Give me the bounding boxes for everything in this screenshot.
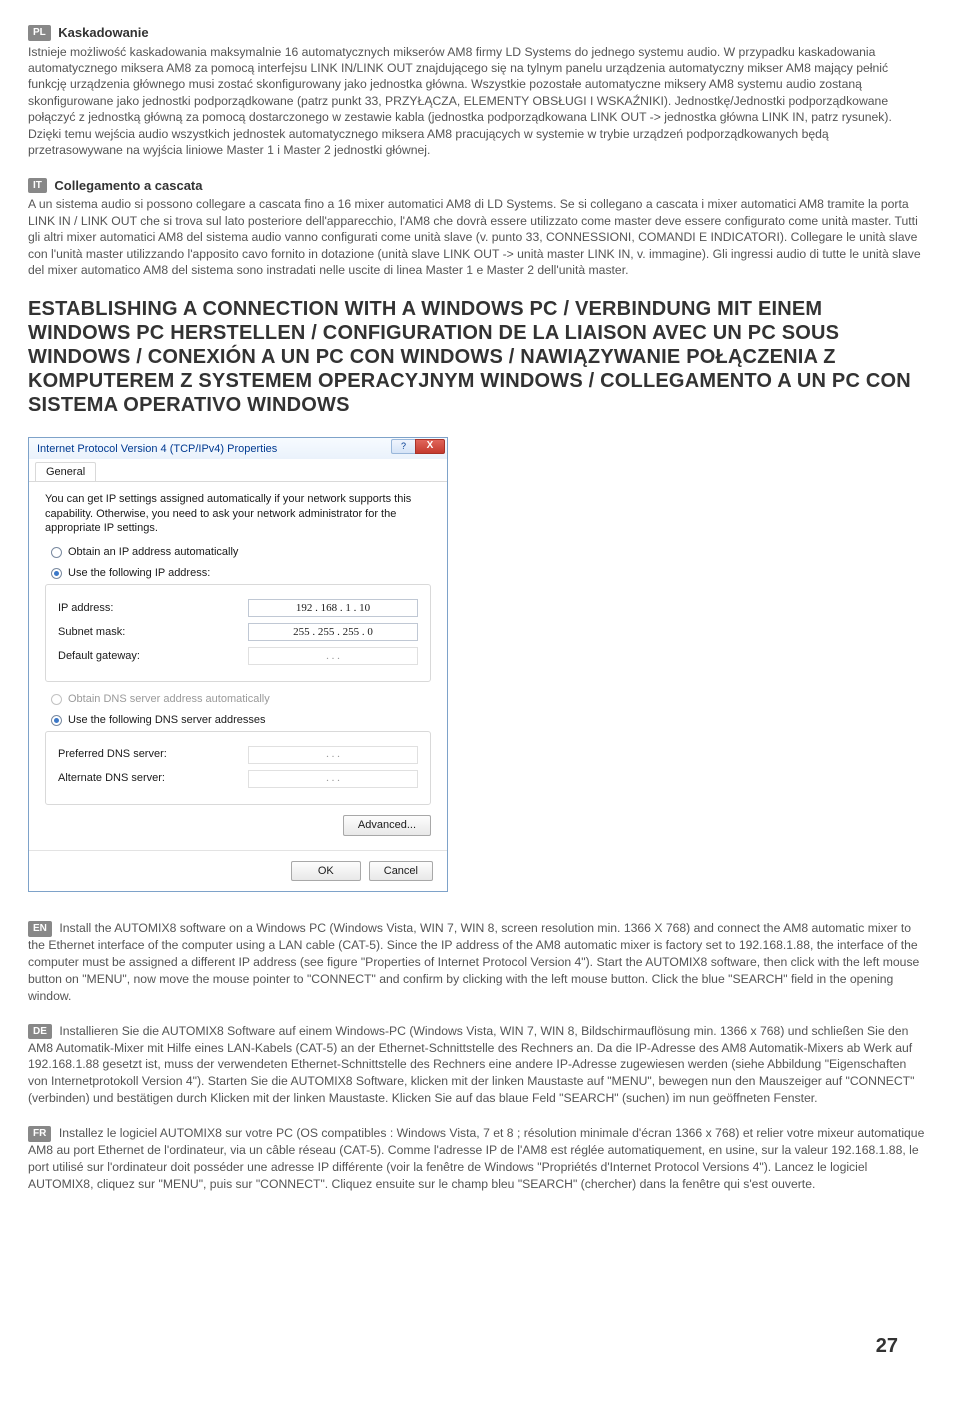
radio-label: Use the following DNS server addresses: [68, 713, 265, 728]
section-it: IT Collegamento a cascata A un sistema a…: [28, 177, 926, 279]
alternate-dns-label: Alternate DNS server:: [58, 771, 165, 786]
radio-label: Use the following IP address:: [68, 566, 210, 581]
ip-fieldset: IP address: 192 . 168 . 1 . 10 Subnet ma…: [45, 584, 431, 682]
lang-badge-pl: PL: [28, 25, 51, 41]
lang-badge-de: DE: [28, 1024, 52, 1040]
default-gateway-input[interactable]: . . .: [248, 647, 418, 665]
tab-general[interactable]: General: [35, 462, 96, 482]
cancel-button[interactable]: Cancel: [369, 861, 433, 882]
section-title-it: Collegamento a cascata: [54, 178, 202, 193]
help-icon[interactable]: ?: [391, 439, 415, 454]
section-en: EN Install the AUTOMIX8 software on a Wi…: [28, 920, 926, 1004]
page-number: 27: [876, 1333, 898, 1360]
subnet-mask-label: Subnet mask:: [58, 625, 125, 640]
radio-use-following-dns[interactable]: Use the following DNS server addresses: [51, 713, 431, 728]
lang-badge-en: EN: [28, 921, 52, 937]
radio-use-following-ip[interactable]: Use the following IP address:: [51, 566, 431, 581]
alternate-dns-input[interactable]: . . .: [248, 770, 418, 788]
ok-button[interactable]: OK: [291, 861, 361, 882]
radio-icon: [51, 694, 62, 705]
lang-badge-it: IT: [28, 178, 47, 194]
main-heading: ESTABLISHING A CONNECTION WITH A WINDOWS…: [28, 297, 926, 417]
preferred-dns-label: Preferred DNS server:: [58, 747, 167, 762]
body-text-fr: Installez le logiciel AUTOMIX8 sur votre…: [28, 1126, 924, 1191]
radio-obtain-ip-auto[interactable]: Obtain an IP address automatically: [51, 545, 431, 560]
radio-icon: [51, 715, 62, 726]
ip-address-label: IP address:: [58, 601, 113, 616]
dialog-screenshot: Internet Protocol Version 4 (TCP/IPv4) P…: [28, 437, 926, 893]
advanced-button[interactable]: Advanced...: [343, 815, 431, 836]
radio-label: Obtain DNS server address automatically: [68, 692, 270, 707]
radio-icon: [51, 547, 62, 558]
section-title-pl: Kaskadowanie: [58, 25, 148, 40]
section-fr: FR Installez le logiciel AUTOMIX8 sur vo…: [28, 1125, 926, 1193]
dialog-title-text: Internet Protocol Version 4 (TCP/IPv4) P…: [37, 443, 277, 455]
close-icon[interactable]: X: [415, 439, 445, 454]
body-text-de: Installieren Sie die AUTOMIX8 Software a…: [28, 1024, 914, 1106]
radio-label: Obtain an IP address automatically: [68, 545, 238, 560]
preferred-dns-input[interactable]: . . .: [248, 746, 418, 764]
section-pl: PL Kaskadowanie Istnieje możliwość kaska…: [28, 24, 926, 159]
default-gateway-label: Default gateway:: [58, 649, 140, 664]
radio-obtain-dns-auto: Obtain DNS server address automatically: [51, 692, 431, 707]
body-text-it: A un sistema audio si possono collegare …: [28, 196, 926, 278]
lang-badge-fr: FR: [28, 1126, 51, 1142]
ipv4-dialog: Internet Protocol Version 4 (TCP/IPv4) P…: [28, 437, 448, 893]
body-text-en: Install the AUTOMIX8 software on a Windo…: [28, 921, 919, 1003]
dns-fieldset: Preferred DNS server: . . . Alternate DN…: [45, 731, 431, 805]
subnet-mask-input[interactable]: 255 . 255 . 255 . 0: [248, 623, 418, 641]
radio-icon: [51, 568, 62, 579]
ip-address-input[interactable]: 192 . 168 . 1 . 10: [248, 599, 418, 617]
dialog-titlebar: Internet Protocol Version 4 (TCP/IPv4) P…: [29, 438, 447, 459]
section-de: DE Installieren Sie die AUTOMIX8 Softwar…: [28, 1023, 926, 1107]
dialog-tabs: General: [29, 459, 447, 483]
body-text-pl: Istnieje możliwość kaskadowania maksymal…: [28, 44, 926, 159]
dialog-description: You can get IP settings assigned automat…: [45, 492, 431, 535]
